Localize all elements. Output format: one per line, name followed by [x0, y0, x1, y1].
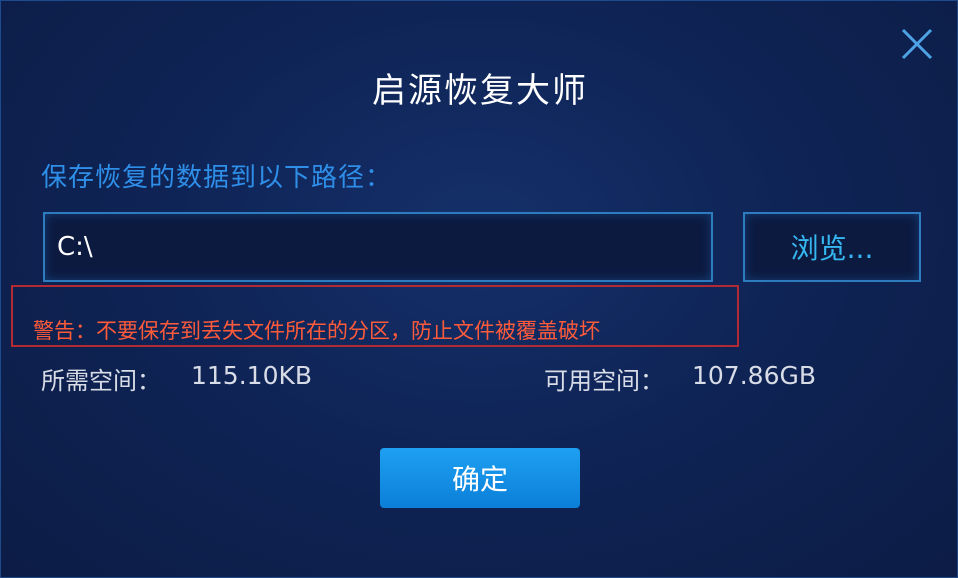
- available-space-value: 107.86GB: [692, 361, 816, 390]
- dialog-title: 启源恢复大师: [372, 71, 588, 111]
- save-path-input[interactable]: [43, 212, 713, 282]
- browse-button[interactable]: 浏览...: [743, 212, 921, 282]
- close-button[interactable]: [900, 27, 934, 61]
- available-space-label: 可用空间：: [544, 367, 664, 395]
- save-path-label: 保存恢复的数据到以下路径：: [41, 163, 393, 193]
- close-icon: [901, 28, 933, 60]
- confirm-button[interactable]: 确定: [380, 448, 580, 508]
- warning-message: 警告：不要保存到丢失文件所在的分区，防止文件被覆盖破坏: [33, 319, 600, 343]
- required-space-value: 115.10KB: [191, 361, 313, 390]
- required-space-label: 所需空间：: [41, 367, 161, 395]
- recovery-dialog: 启源恢复大师 保存恢复的数据到以下路径： 浏览... 警告：不要保存到丢失文件所…: [0, 0, 958, 578]
